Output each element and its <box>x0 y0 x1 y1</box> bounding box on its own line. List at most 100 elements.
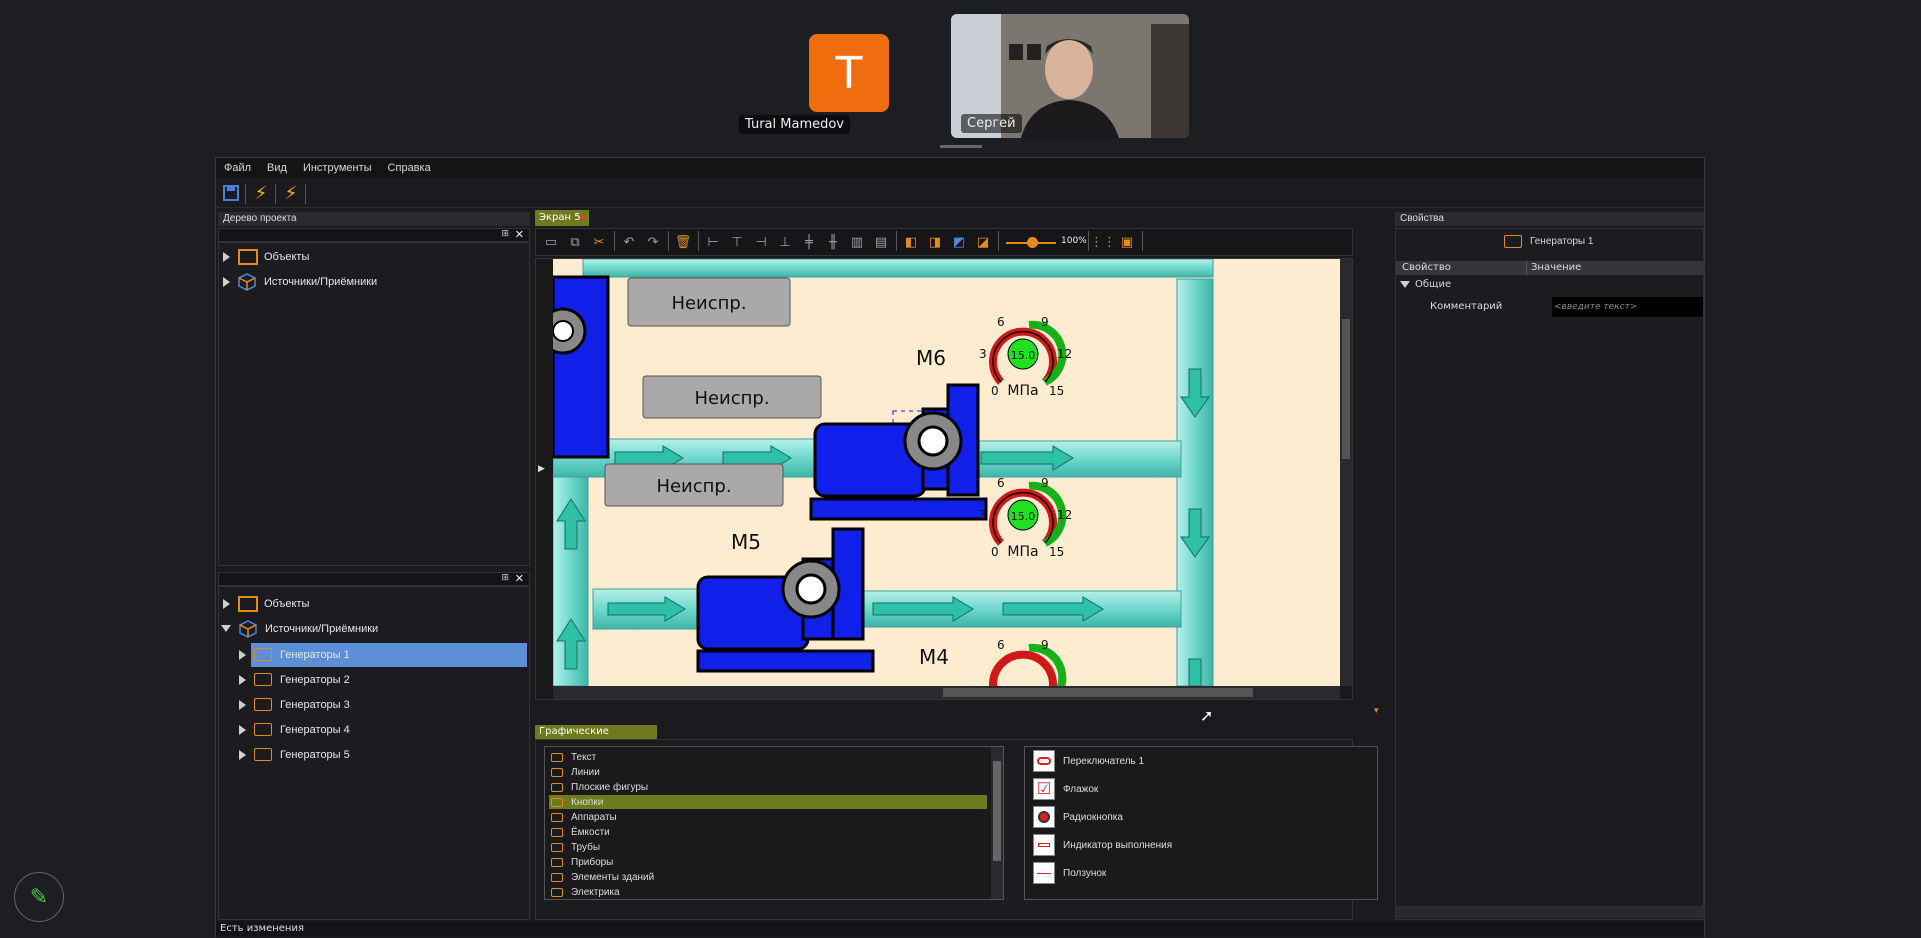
category-item[interactable]: Элементы зданий <box>551 870 991 885</box>
tree-item-generators-2[interactable]: Генераторы 2 <box>239 667 350 692</box>
cut-icon[interactable]: ✂ <box>588 231 610 253</box>
menu-tools[interactable]: Инструменты <box>295 162 380 174</box>
scada-editor-window: Файл Вид Инструменты Справка ⚡ ⚡ Дерево … <box>215 157 1705 937</box>
category-item[interactable]: Аппараты <box>551 810 991 825</box>
tree-item-sources[interactable]: Источники/Приёмники <box>223 269 377 294</box>
menu-help[interactable]: Справка <box>380 162 439 174</box>
element-gallery: Переключатель 1 ☑ Флажок Радиокнопка Инди… <box>1024 746 1378 900</box>
gallery-item-switch[interactable]: Переключатель 1 <box>1033 748 1144 774</box>
scroll-thumb[interactable] <box>943 688 1253 697</box>
align-left-icon[interactable]: ⊢ <box>702 231 724 253</box>
svg-text:0: 0 <box>991 384 999 398</box>
tree-item-label: Объекты <box>264 597 310 610</box>
pump-label-m5: M5 <box>731 530 761 554</box>
svg-text:6: 6 <box>997 638 1005 652</box>
gallery-item-slider[interactable]: Ползунок <box>1033 860 1106 886</box>
menu-file[interactable]: Файл <box>216 162 259 174</box>
send-back-icon[interactable]: ◨ <box>924 231 946 253</box>
tree-item-generators-5[interactable]: Генераторы 5 <box>239 742 350 767</box>
category-item[interactable]: Кнопки <box>551 795 991 810</box>
tree-item-objects[interactable]: Объекты <box>223 591 309 616</box>
tree-item-label: Генераторы 2 <box>280 673 350 686</box>
gallery-item-checkbox[interactable]: ☑ Флажок <box>1033 776 1098 802</box>
tree-item-sources[interactable]: Источники/Приёмники <box>221 616 378 641</box>
zoom-slider-handle[interactable] <box>1027 237 1038 248</box>
svg-text:15: 15 <box>1049 545 1064 559</box>
category-item[interactable]: Электрика <box>551 885 991 899</box>
scroll-thumb[interactable] <box>993 761 1001 861</box>
category-item[interactable]: Линии <box>551 765 991 780</box>
run-icon[interactable]: ⚡ <box>280 182 302 204</box>
run-debug-icon[interactable]: ⚡ <box>250 182 272 204</box>
menu-bar: Файл Вид Инструменты Справка <box>216 158 1704 178</box>
category-item[interactable]: Текст <box>551 750 991 765</box>
svg-text:3: 3 <box>979 347 987 361</box>
tree-item-generators-4[interactable]: Генераторы 4 <box>239 717 350 742</box>
snap-icon[interactable]: ▣ <box>1116 231 1138 253</box>
align-right-icon[interactable]: ⊣ <box>750 231 772 253</box>
scada-mimic[interactable]: Неиспр. Неиспр. Неиспр. M6 M5 M4 15.0 МП… <box>553 259 1340 686</box>
tree-item-label: Источники/Приёмники <box>264 275 378 288</box>
tree-item-label: Объекты <box>264 250 310 263</box>
distribute-v-icon[interactable]: ▤ <box>870 231 892 253</box>
svg-text:9: 9 <box>1041 638 1049 652</box>
align-top-icon[interactable]: ⊤ <box>726 231 748 253</box>
folder-icon <box>254 648 272 661</box>
dock-icon[interactable]: ⊞ <box>501 573 509 583</box>
folder-icon <box>254 698 272 711</box>
close-tab-icon[interactable]: ✕ <box>577 210 587 226</box>
align-center-v-icon[interactable]: ╪ <box>798 231 820 253</box>
gallery-item-radio[interactable]: Радиокнопка <box>1033 804 1123 830</box>
svg-text:6: 6 <box>997 315 1005 329</box>
undo-icon[interactable]: ↶ <box>618 231 640 253</box>
ungroup-icon[interactable]: ◪ <box>972 231 994 253</box>
tree-item-objects[interactable]: Объекты <box>223 244 309 269</box>
tab-graphic-elements[interactable]: Графические элементы <box>535 725 657 751</box>
paste-icon[interactable]: ▭ <box>540 231 562 253</box>
align-center-h-icon[interactable]: ╫ <box>822 231 844 253</box>
close-icon[interactable]: ✕ <box>515 228 524 241</box>
svg-text:9: 9 <box>1041 315 1049 329</box>
pen-icon[interactable]: ✎ <box>14 872 64 922</box>
category-item[interactable]: Плоские фигуры <box>551 780 991 795</box>
group-general[interactable]: Общие <box>1400 279 1451 290</box>
vertical-scrollbar[interactable] <box>991 747 1003 899</box>
properties-header: Свойства <box>1395 212 1704 226</box>
selected-object: Генераторы 1 <box>1504 235 1593 248</box>
svg-text:12: 12 <box>1057 347 1072 361</box>
close-icon[interactable]: ✕ <box>515 572 524 585</box>
tree-item-generators-3[interactable]: Генераторы 3 <box>239 692 350 717</box>
expand-arrow-icon[interactable]: ▶ <box>538 464 545 474</box>
pump-label-m6: M6 <box>916 346 946 370</box>
redo-icon[interactable]: ↷ <box>642 231 664 253</box>
tab-screen-5[interactable]: Экран 5 ✕ <box>535 210 589 226</box>
save-icon[interactable] <box>220 182 242 204</box>
comment-input[interactable]: <введите текст> <box>1552 297 1703 317</box>
bring-front-icon[interactable]: ◧ <box>900 231 922 253</box>
scroll-thumb[interactable] <box>1342 319 1350 459</box>
horizontal-scrollbar[interactable] <box>1396 906 1705 918</box>
project-tree-header: Дерево проекта <box>218 212 530 226</box>
category-item[interactable]: Ёмкости <box>551 825 991 840</box>
tree-item-label: Генераторы 4 <box>280 723 350 736</box>
vertical-scrollbar[interactable] <box>1340 259 1352 686</box>
tree-item-generators-1[interactable]: Генераторы 1 <box>239 642 350 667</box>
group-icon[interactable]: ◩ <box>948 231 970 253</box>
folder-icon <box>1504 235 1522 248</box>
delete-icon[interactable]: 🗑 <box>672 231 694 253</box>
pin-icon[interactable]: ▾ <box>1374 706 1384 716</box>
distribute-h-icon[interactable]: ▥ <box>846 231 868 253</box>
menu-view[interactable]: Вид <box>259 162 295 174</box>
horizontal-scrollbar[interactable] <box>553 686 1340 699</box>
objects-icon <box>238 248 258 265</box>
zoom-level: 100% <box>1061 236 1087 246</box>
dock-icon[interactable]: ⊞ <box>501 229 509 239</box>
gallery-item-progress[interactable]: Индикатор выполнения <box>1033 832 1172 858</box>
category-item[interactable]: Приборы <box>551 855 991 870</box>
library-panel: Текст Линии Плоские фигуры Кнопки Аппара… <box>535 739 1378 920</box>
grid-icon[interactable]: ⋮⋮ <box>1090 231 1116 253</box>
cursor-icon: ➚ <box>1200 706 1214 725</box>
align-bottom-icon[interactable]: ⊥ <box>774 231 796 253</box>
category-item[interactable]: Трубы <box>551 840 991 855</box>
copy-icon[interactable]: ⧉ <box>564 231 586 253</box>
